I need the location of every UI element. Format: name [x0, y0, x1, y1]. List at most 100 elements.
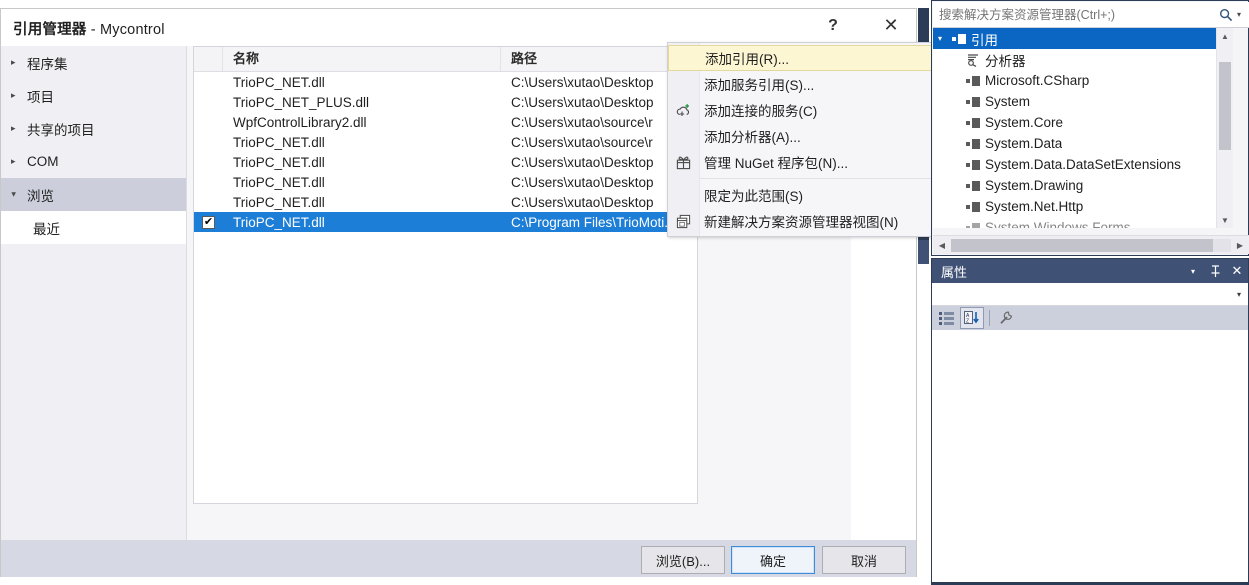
- solution-horizontal-scrollbar[interactable]: ◀ ▶: [933, 235, 1249, 254]
- checkbox-unchecked-icon[interactable]: [202, 156, 215, 169]
- references-list[interactable]: 名称 路径 TrioPC_NET.dll C:\Users\xutao\Desk…: [193, 46, 698, 504]
- row-checkbox-cell[interactable]: [194, 156, 223, 169]
- checkbox-unchecked-icon[interactable]: [202, 76, 215, 89]
- dialog-title-separator: -: [86, 22, 100, 38]
- categorized-icon[interactable]: [936, 308, 958, 328]
- search-icon[interactable]: [1215, 8, 1237, 22]
- checkbox-unchecked-icon[interactable]: [202, 96, 215, 109]
- list-header-row: 名称 路径: [194, 47, 697, 72]
- properties-title: 属性: [941, 264, 968, 280]
- ok-button[interactable]: 确定: [731, 546, 815, 574]
- tree-node-label: System: [985, 94, 1031, 109]
- tree-node-reference[interactable]: System.Core: [933, 112, 1233, 133]
- tree-item-com[interactable]: COM: [1, 145, 186, 178]
- help-button[interactable]: ?: [811, 9, 855, 42]
- row-checkbox-cell[interactable]: [194, 76, 223, 89]
- new-window-icon: [668, 214, 699, 229]
- menu-item-add-reference[interactable]: 添加引用(R)...: [668, 45, 964, 71]
- row-name: TrioPC_NET.dll: [233, 174, 325, 190]
- menu-item-scope-to-this[interactable]: 限定为此范围(S): [668, 182, 964, 208]
- scroll-up-arrow-icon[interactable]: ▲: [1217, 28, 1233, 44]
- tree-node-reference[interactable]: System: [933, 91, 1233, 112]
- properties-object-combo[interactable]: ▾: [932, 283, 1248, 306]
- table-row[interactable]: TrioPC_NET_PLUS.dll C:\Users\xutao\Deskt…: [194, 92, 697, 112]
- tree-item-assemblies[interactable]: 程序集: [1, 46, 186, 79]
- cancel-button[interactable]: 取消: [822, 546, 906, 574]
- menu-item-add-connected-service[interactable]: 添加连接的服务(C): [668, 97, 964, 123]
- chevron-right-icon: [11, 58, 27, 67]
- dialog-titlebar: 引用管理器 - Mycontrol ? ✕: [1, 9, 916, 46]
- properties-titlebar: 属性 ▾ ✕: [932, 259, 1248, 283]
- solution-vertical-scrollbar[interactable]: ▲ ▼: [1216, 28, 1233, 228]
- pin-icon[interactable]: [1204, 264, 1226, 278]
- scrollbar-thumb[interactable]: [951, 238, 1213, 252]
- scroll-down-arrow-icon[interactable]: ▼: [1217, 212, 1233, 228]
- gift-box-glyph: [676, 156, 691, 169]
- checkbox-unchecked-icon[interactable]: [202, 196, 215, 209]
- sort-az-glyph: A Z: [964, 311, 979, 325]
- row-name: TrioPC_NET.dll: [233, 214, 325, 230]
- chevron-down-icon: [11, 190, 27, 199]
- list-header-name[interactable]: 名称: [223, 47, 501, 71]
- dialog-footer: 浏览(B)... 确定 取消: [1, 540, 916, 577]
- row-checkbox-cell[interactable]: [194, 136, 223, 149]
- tree-item-projects[interactable]: 项目: [1, 79, 186, 112]
- tree-item-label: 浏览: [27, 188, 54, 204]
- table-row[interactable]: TrioPC_NET.dll C:\Users\xutao\Desktop: [194, 172, 697, 192]
- row-checkbox-cell[interactable]: ✔: [194, 215, 223, 229]
- table-row[interactable]: TrioPC_NET.dll C:\Users\xutao\Desktop: [194, 192, 697, 212]
- tree-item-label: 项目: [27, 89, 54, 105]
- menu-item-label: 添加引用(R)...: [705, 52, 789, 67]
- table-row[interactable]: TrioPC_NET.dll C:\Users\xutao\Desktop: [194, 152, 697, 172]
- dock-tab-strip-secondary: [918, 240, 929, 264]
- row-checkbox-cell[interactable]: [194, 196, 223, 209]
- table-row[interactable]: WpfControlLibrary2.dll C:\Users\xutao\so…: [194, 112, 697, 132]
- properties-wrench-icon[interactable]: [995, 308, 1017, 328]
- tree-node-reference[interactable]: System.Data.DataSetExtensions: [933, 154, 1233, 175]
- menu-item-label: 添加服务引用(S)...: [704, 78, 815, 93]
- checkbox-checked-icon[interactable]: ✔: [202, 215, 215, 229]
- scroll-left-arrow-icon[interactable]: ◀: [933, 241, 951, 250]
- analyzer-icon: [961, 53, 985, 67]
- tree-item-browse[interactable]: 浏览: [1, 178, 186, 211]
- tree-node-reference[interactable]: System.Windows.Forms: [933, 217, 1233, 228]
- tree-node-analyzers[interactable]: 分析器: [933, 49, 1233, 70]
- chevron-down-icon[interactable]: ▾: [933, 34, 947, 43]
- table-row[interactable]: TrioPC_NET.dll C:\Users\xutao\source\r: [194, 132, 697, 152]
- tree-item-recent[interactable]: 最近: [1, 211, 186, 244]
- menu-item-new-solution-explorer-view[interactable]: 新建解决方案资源管理器视图(N): [668, 208, 964, 234]
- search-options-chevron-icon[interactable]: ▾: [1237, 10, 1249, 19]
- checkbox-unchecked-icon[interactable]: [202, 176, 215, 189]
- chevron-down-icon[interactable]: ▾: [1230, 290, 1248, 299]
- menu-item-add-analyzer[interactable]: 添加分析器(A)...: [668, 123, 964, 149]
- row-checkbox-cell[interactable]: [194, 96, 223, 109]
- scrollbar-track[interactable]: [951, 238, 1231, 252]
- analyzer-glyph: [968, 53, 978, 67]
- checkbox-unchecked-icon[interactable]: [202, 116, 215, 129]
- tree-node-reference[interactable]: System.Drawing: [933, 175, 1233, 196]
- scrollbar-thumb[interactable]: [1219, 62, 1231, 150]
- search-input[interactable]: [933, 6, 1215, 23]
- tree-node-reference[interactable]: System.Data: [933, 133, 1233, 154]
- checkbox-unchecked-icon[interactable]: [202, 136, 215, 149]
- tree-item-shared-projects[interactable]: 共享的项目: [1, 112, 186, 145]
- close-icon[interactable]: ✕: [1226, 263, 1248, 279]
- close-button[interactable]: ✕: [869, 9, 913, 42]
- tree-node-references[interactable]: ▾ 引用: [933, 28, 1233, 49]
- solution-search-bar[interactable]: ▾: [933, 2, 1249, 28]
- scroll-right-arrow-icon[interactable]: ▶: [1231, 241, 1249, 250]
- row-checkbox-cell[interactable]: [194, 116, 223, 129]
- table-row-selected[interactable]: ✔ TrioPC_NET.dll C:\Program Files\TrioMo…: [194, 212, 697, 232]
- menu-item-manage-nuget[interactable]: 管理 NuGet 程序包(N)...: [668, 149, 964, 175]
- table-row[interactable]: TrioPC_NET.dll C:\Users\xutao\Desktop: [194, 72, 697, 92]
- row-checkbox-cell[interactable]: [194, 176, 223, 189]
- tree-node-reference[interactable]: System.Net.Http: [933, 196, 1233, 217]
- properties-grid[interactable]: [932, 330, 1248, 585]
- chevron-right-icon: [11, 124, 27, 133]
- alphabetical-sort-icon[interactable]: A Z: [960, 307, 984, 329]
- tree-node-reference[interactable]: Microsoft.CSharp: [933, 70, 1233, 91]
- chevron-down-icon[interactable]: ▾: [1182, 267, 1204, 276]
- browse-button[interactable]: 浏览(B)...: [641, 546, 725, 574]
- menu-item-add-service-reference[interactable]: 添加服务引用(S)...: [668, 71, 964, 97]
- pin-glyph: [1211, 264, 1219, 277]
